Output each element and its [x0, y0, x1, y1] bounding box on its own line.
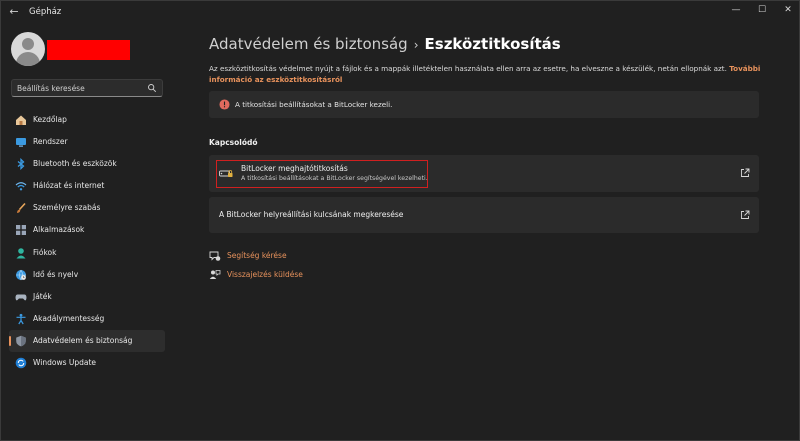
sidebar-item-personalization[interactable]: Személyre szabás: [9, 197, 165, 219]
sidebar-item-home[interactable]: Kezdőlap: [9, 109, 165, 131]
send-feedback-link[interactable]: Visszajelzés küldése: [209, 269, 359, 281]
info-bar-text: A titkosítási beállításokat a BitLocker …: [235, 100, 393, 109]
sidebar-item-label: Rendszer: [33, 137, 68, 147]
help-chat-icon: [209, 251, 221, 261]
settings-window: ← Gépház — ☐ ✕ Kezdőlap: [0, 0, 800, 441]
search-icon[interactable]: [147, 82, 157, 94]
page-title: Eszköztitkosítás: [424, 35, 561, 53]
shield-icon: [16, 335, 26, 347]
sidebar-nav: Kezdőlap Rendszer Bluetooth és eszközök …: [9, 109, 165, 374]
sidebar-item-bluetooth[interactable]: Bluetooth és eszközök: [9, 153, 165, 175]
globe-clock-icon: [16, 269, 26, 280]
redacted-username: [47, 40, 130, 60]
drive-lock-icon: [219, 170, 233, 177]
apps-icon: [16, 225, 26, 236]
sidebar-item-apps[interactable]: Alkalmazások: [9, 219, 165, 241]
app-title: Gépház: [29, 7, 62, 17]
title-bar: ← Gépház — ☐ ✕: [1, 1, 800, 23]
sidebar-item-label: Fiókok: [33, 247, 57, 257]
get-help-link[interactable]: Segítség kérése: [209, 250, 359, 262]
card-subtitle: A titkosítási beállításokat a BitLocker …: [241, 175, 428, 182]
sidebar-item-time-language[interactable]: Idő és nyelv: [9, 264, 165, 286]
accessibility-icon: [16, 313, 26, 325]
active-indicator: [9, 335, 11, 346]
sidebar-item-network[interactable]: Hálózat és internet: [9, 175, 165, 197]
sidebar-item-label: Bluetooth és eszközök: [33, 159, 117, 169]
card-title: A BitLocker helyreállítási kulcsának meg…: [219, 210, 404, 219]
card-title: BitLocker meghajtótitkosítás: [241, 164, 348, 173]
bitlocker-drive-encryption-card[interactable]: BitLocker meghajtótitkosítás A titkosítá…: [209, 155, 759, 192]
close-button[interactable]: ✕: [776, 3, 800, 17]
sidebar-item-label: Játék: [33, 291, 52, 301]
display-icon: [16, 138, 26, 147]
back-arrow-icon[interactable]: ←: [6, 5, 22, 19]
sidebar-item-accounts[interactable]: Fiókok: [9, 242, 165, 264]
sidebar-item-label: Idő és nyelv: [33, 269, 79, 279]
open-external-icon[interactable]: [740, 168, 750, 178]
get-help-label: Segítség kérése: [227, 251, 287, 260]
account-icon: [16, 247, 26, 259]
open-external-icon[interactable]: [740, 210, 750, 220]
sidebar-item-label: Windows Update: [33, 358, 97, 368]
sidebar-item-accessibility[interactable]: Akadálymentesség: [9, 308, 165, 330]
sidebar-item-privacy-security[interactable]: Adatvédelem és biztonság: [9, 329, 165, 352]
search-input[interactable]: [17, 81, 147, 95]
page-description: Az eszköztitkosítás védelmet nyújt a fáj…: [209, 64, 761, 85]
breadcrumb-separator: ›: [413, 38, 419, 52]
sidebar-item-windows-update[interactable]: Windows Update: [9, 352, 165, 374]
sidebar-item-label: Hálózat és internet: [33, 181, 105, 191]
sidebar-item-label: Akadálymentesség: [33, 313, 105, 323]
sidebar-item-gaming[interactable]: Játék: [9, 286, 165, 308]
maximize-button[interactable]: ☐: [750, 3, 774, 17]
breadcrumb: Adatvédelem és biztonság › Eszköztitkosítá…: [209, 34, 561, 55]
update-icon: [15, 357, 27, 369]
wifi-icon: [15, 182, 27, 191]
error-icon: [219, 99, 230, 110]
info-bar: A titkosítási beállításokat a BitLocker …: [209, 91, 759, 118]
sidebar-item-system[interactable]: Rendszer: [9, 131, 165, 153]
breadcrumb-parent[interactable]: Adatvédelem és biztonság: [209, 35, 408, 53]
minimize-button[interactable]: —: [724, 3, 748, 17]
feedback-icon: [209, 270, 221, 279]
sidebar-item-label: Adatvédelem és biztonság: [33, 335, 133, 345]
gamepad-icon: [15, 294, 27, 301]
sidebar-item-label: Alkalmazások: [33, 225, 85, 235]
description-text: Az eszköztitkosítás védelmet nyújt a fáj…: [209, 64, 727, 73]
send-feedback-label: Visszajelzés küldése: [227, 270, 303, 279]
find-recovery-key-card[interactable]: A BitLocker helyreállítási kulcsának meg…: [209, 197, 759, 233]
bluetooth-icon: [17, 158, 25, 171]
sidebar-item-label: Személyre szabás: [33, 203, 101, 213]
home-icon: [16, 115, 26, 125]
brush-icon: [17, 203, 26, 214]
settings-search-box[interactable]: [11, 79, 163, 97]
sidebar-item-label: Kezdőlap: [33, 115, 67, 124]
related-section-title: Kapcsolódó: [209, 138, 258, 147]
avatar[interactable]: [11, 32, 45, 66]
